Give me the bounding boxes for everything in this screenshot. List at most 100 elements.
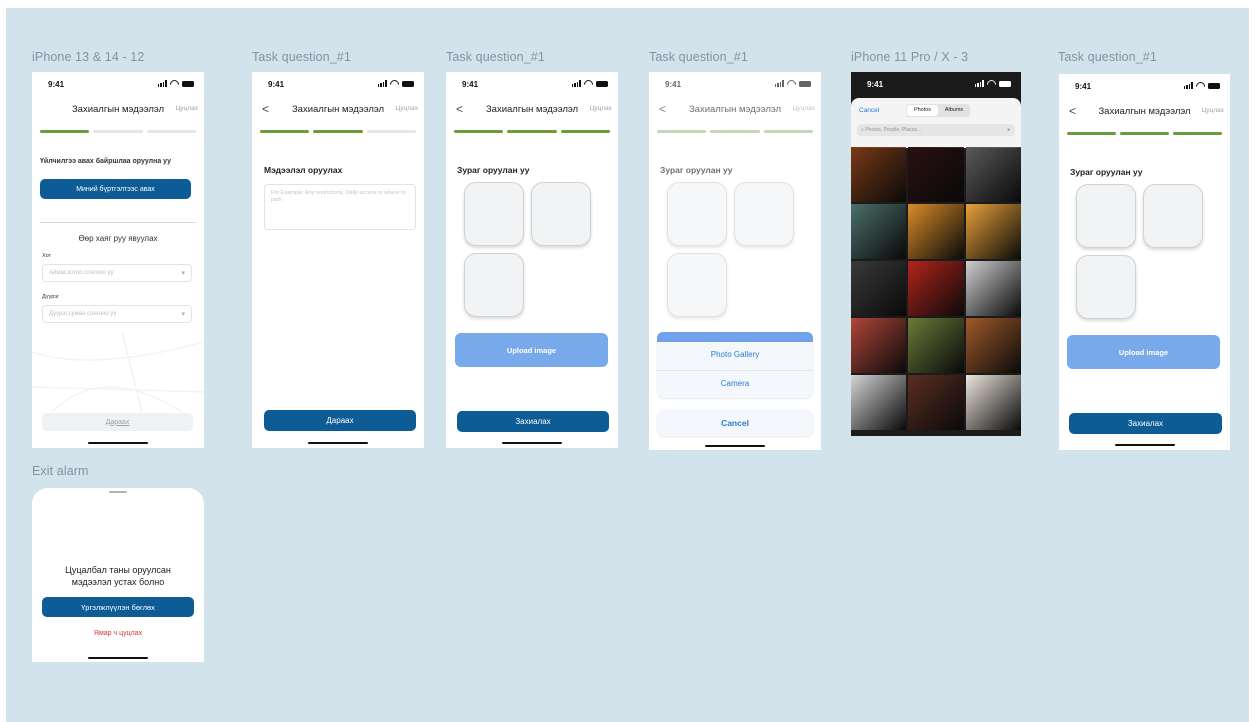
next-button[interactable]: Дараах: [264, 410, 416, 431]
signal-icon: [1183, 82, 1193, 89]
home-indicator: [88, 441, 148, 444]
image-slot[interactable]: [1143, 184, 1203, 248]
next-button[interactable]: Дараах: [42, 413, 193, 431]
frame-title[interactable]: Task question_#1: [1058, 50, 1157, 64]
exit-message-line: Цуцалбал таны оруулсан: [65, 565, 171, 575]
status-time: 9:41: [462, 80, 479, 89]
order-button[interactable]: Захиалах: [457, 411, 609, 432]
chevron-down-icon: ▾: [181, 311, 185, 318]
divider: [40, 222, 196, 223]
info-label: Мэдээлэл оруулах: [264, 165, 343, 175]
frame-title[interactable]: iPhone 11 Pro / X - 3: [851, 50, 968, 64]
frame-title[interactable]: iPhone 13 & 14 - 12: [32, 50, 144, 64]
progress-step: [1067, 132, 1116, 135]
frame-title[interactable]: Exit alarm: [32, 464, 89, 478]
cancel-link[interactable]: Цуцлах: [1202, 107, 1224, 114]
picker-cancel[interactable]: Cancel: [859, 107, 879, 114]
phone-frame-location: 9:41 Захиалгын мэдээлэл Цуцлах Үйлчилгээ…: [32, 72, 204, 448]
photo-gallery-option[interactable]: Photo Gallery: [657, 350, 813, 359]
photo-search-input[interactable]: ⌕ Photos, People, Places... ●: [857, 124, 1015, 136]
progress-step: [1173, 132, 1222, 135]
status-icons: [377, 80, 414, 87]
phone-frame-image: 9:41 < Захиалгын мэдээлэл Цуцлах Зураг о…: [446, 72, 618, 448]
search-icon: ⌕: [861, 127, 864, 133]
frame-title[interactable]: Task question_#1: [649, 50, 748, 64]
header: Захиалгын мэдээлэл Цуцлах: [32, 98, 204, 120]
location-question: Үйлчилгээ авах байршлаа оруулна уу: [40, 158, 171, 165]
status-icons: [1183, 82, 1220, 89]
frame-title[interactable]: Task question_#1: [446, 50, 545, 64]
order-button[interactable]: Захиалах: [1069, 413, 1222, 434]
design-canvas: iPhone 13 & 14 - 12 Task question_#1 Tas…: [6, 8, 1249, 722]
microphone-icon[interactable]: ●: [1007, 127, 1010, 133]
photo-thumbnail[interactable]: [851, 318, 907, 373]
photo-thumbnail[interactable]: [908, 261, 964, 316]
photo-thumbnail[interactable]: [908, 318, 964, 373]
info-placeholder: For Example: Any restrictions, Daily acc…: [271, 190, 406, 203]
progress-step: [313, 130, 363, 133]
photo-thumbnail[interactable]: [965, 261, 1021, 316]
battery-icon: [1208, 82, 1220, 89]
cancel-link[interactable]: Цуцлах: [176, 105, 198, 112]
picker-header: Cancel Photos Albums ⌕ Photos, People, P…: [851, 98, 1021, 148]
image-slot[interactable]: [464, 253, 524, 317]
chevron-down-icon: ▾: [181, 270, 185, 277]
progress-bar: [454, 130, 610, 133]
phone-frame-photo-picker: 9:41 Cancel Photos Albums ⌕ Photos, Peop…: [851, 72, 1021, 436]
map-background: [32, 332, 204, 412]
upload-image-button[interactable]: Upload image: [1067, 335, 1220, 369]
status-icons: [157, 80, 194, 87]
photo-thumbnail[interactable]: [965, 204, 1021, 259]
my-account-button[interactable]: Миний бүртгэлтээс авах: [40, 179, 191, 199]
status-time: 9:41: [48, 80, 65, 89]
info-textarea[interactable]: For Example: Any restrictions, Daily acc…: [264, 184, 416, 230]
city-select[interactable]: Аймаг,хотоо сонгоно уу ▾: [42, 264, 192, 282]
photo-thumbnail[interactable]: [851, 375, 907, 430]
district-label: Дүүрэг: [42, 294, 60, 300]
progress-step: [454, 130, 504, 133]
photo-thumbnail[interactable]: [908, 204, 964, 259]
confirm-cancel-link[interactable]: Ямар ч цуцлах: [32, 630, 204, 637]
progress-bar: [40, 130, 196, 133]
photo-thumbnail[interactable]: [965, 318, 1021, 373]
battery-icon: [182, 80, 194, 87]
photo-thumbnail[interactable]: [908, 147, 964, 202]
photo-thumbnail[interactable]: [908, 375, 964, 430]
photo-thumbnail[interactable]: [851, 204, 907, 259]
photo-thumbnail[interactable]: [965, 147, 1021, 202]
battery-icon: [999, 80, 1011, 87]
photo-thumbnail[interactable]: [965, 375, 1021, 430]
upload-image-button[interactable]: Upload image: [455, 333, 608, 367]
sheet-grabber[interactable]: [109, 491, 127, 493]
exit-message-line: мэдээлэл устах болно: [71, 577, 165, 587]
cancel-link[interactable]: Цуцлах: [396, 105, 418, 112]
status-bar: 9:41: [851, 72, 1021, 94]
image-slot[interactable]: [531, 182, 591, 246]
status-bar: 9:41: [1059, 74, 1230, 96]
signal-icon: [974, 80, 984, 87]
photo-thumbnail[interactable]: [851, 147, 907, 202]
camera-option[interactable]: Camera: [657, 379, 813, 388]
image-slot[interactable]: [464, 182, 524, 246]
signal-icon: [157, 80, 167, 87]
battery-icon: [402, 80, 414, 87]
home-indicator: [88, 656, 148, 659]
continue-filling-button[interactable]: Үргэлжлүүлэн бөглөх: [42, 597, 194, 617]
image-slot[interactable]: [1076, 184, 1136, 248]
tab-albums[interactable]: Albums: [939, 105, 969, 116]
cancel-button[interactable]: Cancel: [657, 409, 813, 436]
wifi-icon: [987, 80, 996, 87]
exit-message: Цуцалбал таны оруулсан мэдээлэл устах бо…: [32, 564, 204, 588]
photo-thumbnail[interactable]: [851, 261, 907, 316]
district-select[interactable]: Дүүрэг,сумаа сонгоно уу ▾: [42, 305, 192, 323]
frame-title[interactable]: Task question_#1: [252, 50, 351, 64]
city-placeholder: Аймаг,хотоо сонгоно уу: [49, 270, 114, 276]
image-slot[interactable]: [1076, 255, 1136, 319]
status-icons: [571, 80, 608, 87]
tab-photos[interactable]: Photos: [907, 105, 938, 116]
status-bar: 9:41: [252, 72, 424, 94]
progress-step: [146, 130, 196, 133]
signal-icon: [377, 80, 387, 87]
image-label: Зураг оруулан уу: [457, 165, 530, 175]
cancel-link[interactable]: Цуцлах: [590, 105, 612, 112]
